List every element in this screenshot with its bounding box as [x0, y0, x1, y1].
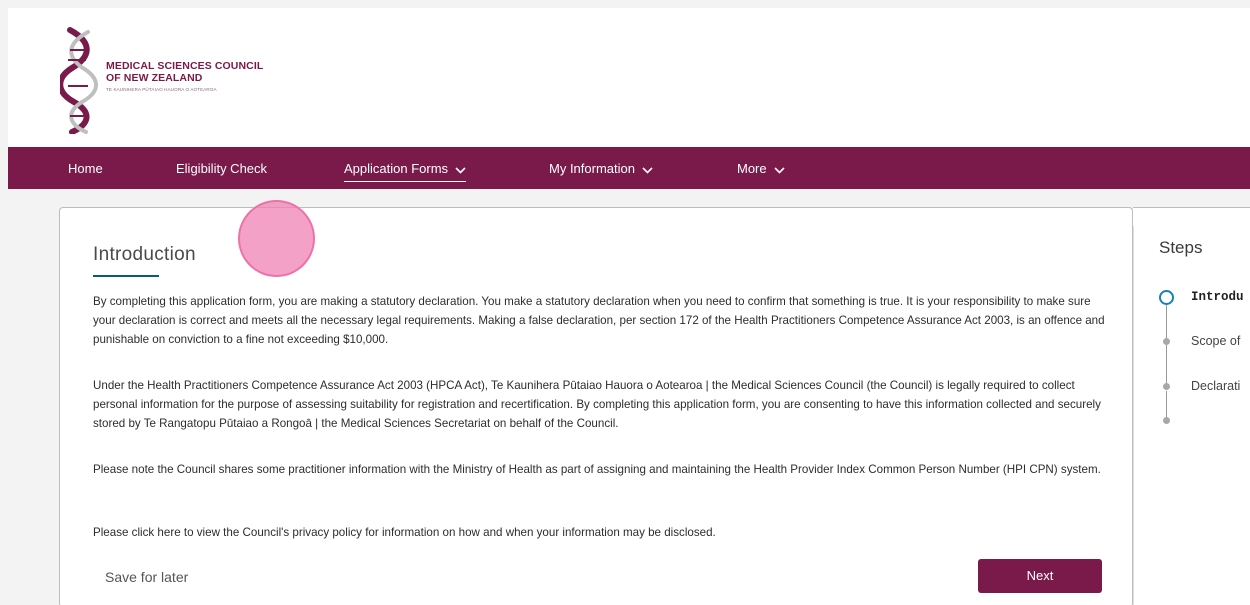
step-pending-dot-icon: [1163, 338, 1170, 345]
site-header: MEDICAL SCIENCES COUNCIL OF NEW ZEALAND …: [8, 8, 1250, 148]
nav-my-information-label: My Information: [549, 161, 635, 176]
steps-title: Steps: [1159, 238, 1203, 257]
nav-more[interactable]: More: [737, 147, 785, 189]
nav-home-label: Home: [68, 161, 103, 176]
steps-panel: Steps Introdu Scope of Declarati: [1133, 207, 1250, 605]
page: MEDICAL SCIENCES COUNCIL OF NEW ZEALAND …: [0, 0, 1250, 605]
step-active-indicator-icon: [1159, 290, 1174, 305]
nav-eligibility-label: Eligibility Check: [176, 161, 268, 176]
save-for-later-button[interactable]: Save for later: [105, 569, 188, 585]
nav-application-forms[interactable]: Application Forms: [344, 147, 467, 192]
page-title: Introduction: [93, 244, 196, 265]
chevron-down-icon: [642, 148, 653, 192]
council-logo[interactable]: MEDICAL SCIENCES COUNCIL OF NEW ZEALAND …: [60, 26, 300, 138]
title-underline: [93, 275, 159, 277]
click-highlight-marker: [238, 200, 315, 277]
step-declaration[interactable]: Declarati: [1191, 379, 1240, 393]
step-introduction[interactable]: Introdu: [1191, 290, 1244, 304]
logo-line2: OF NEW ZEALAND: [106, 72, 203, 84]
information-sharing-paragraph: Please note the Council shares some prac…: [93, 463, 1101, 476]
next-button[interactable]: Next: [978, 559, 1102, 593]
dna-helix-logo-icon: [60, 27, 98, 134]
statutory-declaration-paragraph: By completing this application form, you…: [93, 295, 1105, 346]
main-nav: Home Eligibility Check Application Forms…: [8, 147, 1250, 189]
introduction-card: Introduction By completing this applicat…: [59, 207, 1133, 605]
steps-divider: [1133, 226, 1134, 605]
privacy-policy-paragraph[interactable]: Please click here to view the Council's …: [93, 523, 1108, 542]
nav-my-information[interactable]: My Information: [549, 147, 653, 189]
chevron-down-icon: [774, 148, 785, 192]
logo-text: MEDICAL SCIENCES COUNCIL OF NEW ZEALAND …: [106, 60, 306, 92]
step-pending-dot-icon: [1163, 383, 1170, 390]
step-scope[interactable]: Scope of: [1191, 334, 1240, 348]
nav-more-label: More: [737, 161, 767, 176]
logo-subtitle: TE KAUNIHERA PŪTAIAO HAUORA O AOTEAROA: [106, 87, 217, 92]
nav-home[interactable]: Home: [68, 147, 103, 189]
step-connector: [1166, 345, 1167, 385]
nav-application-forms-label: Application Forms: [344, 161, 449, 176]
logo-line1: MEDICAL SCIENCES COUNCIL: [106, 60, 264, 72]
step-pending-dot-icon: [1163, 417, 1170, 424]
step-connector: [1166, 305, 1167, 339]
nav-eligibility-check[interactable]: Eligibility Check: [176, 147, 267, 189]
chevron-down-icon: [455, 148, 466, 192]
privacy-collection-paragraph: Under the Health Practitioners Competenc…: [93, 379, 1101, 430]
